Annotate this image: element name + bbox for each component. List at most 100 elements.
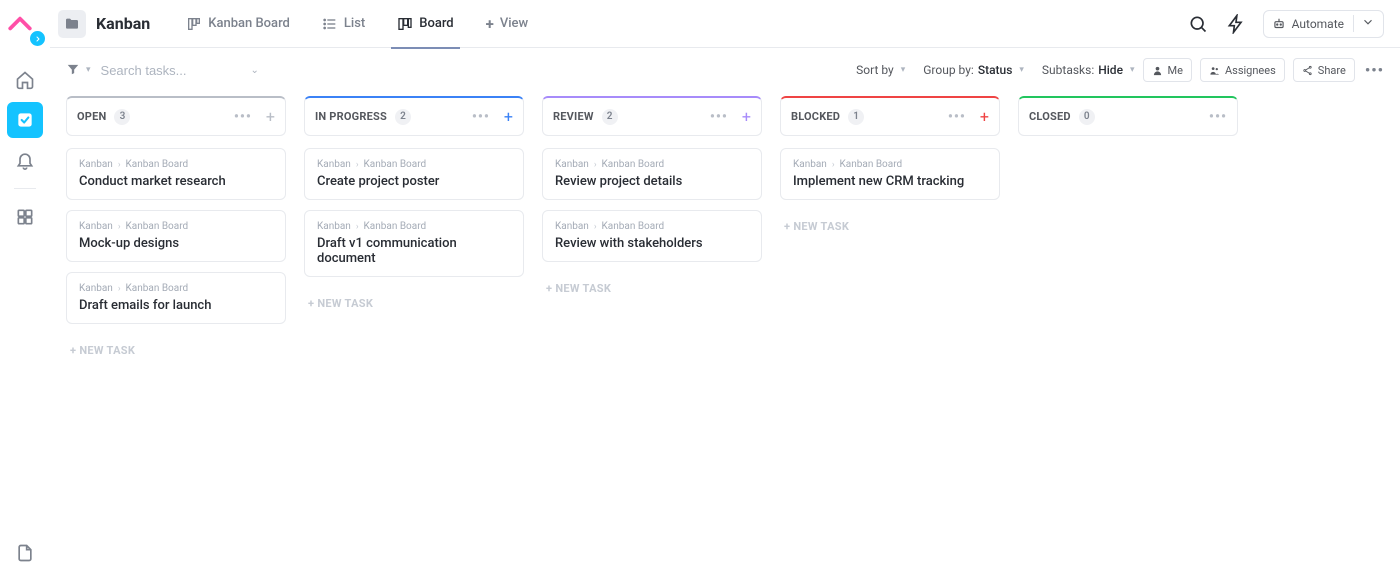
clickup-logo-icon [7,10,33,36]
automate-button[interactable]: Automate [1263,10,1384,38]
column-closed: CLOSED 0 ••• [1018,96,1238,136]
column-review: REVIEW 2 ••• + Kanban›Kanban Board Revie… [542,96,762,299]
home-nav[interactable] [7,62,43,98]
apps-nav[interactable] [7,199,43,235]
sidebar [0,0,50,583]
topbar: Kanban Kanban Board List Board + View [50,0,1400,48]
task-card[interactable]: Kanban›Kanban Board Create project poste… [304,148,524,200]
task-title: Draft v1 communication document [317,236,511,266]
task-title: Mock-up designs [79,236,273,251]
page-title[interactable]: Kanban [96,14,150,33]
task-card[interactable]: Kanban›Kanban Board Mock-up designs [66,210,286,262]
task-card[interactable]: Kanban›Kanban Board Draft emails for lau… [66,272,286,324]
expand-sidebar-icon[interactable] [30,31,45,46]
app-logo[interactable] [7,10,43,46]
column-blocked: BLOCKED 1 ••• + Kanban›Kanban Board Impl… [780,96,1000,237]
breadcrumb: Kanban›Kanban Board [317,159,511,170]
column-title: BLOCKED [791,110,840,123]
notifications-nav[interactable] [7,142,43,178]
task-card[interactable]: Kanban›Kanban Board Review with stakehol… [542,210,762,262]
breadcrumb: Kanban›Kanban Board [79,159,273,170]
breadcrumb: Kanban›Kanban Board [555,159,749,170]
column-header-in-progress[interactable]: IN PROGRESS 2 ••• + [304,96,524,136]
column-title: CLOSED [1029,110,1071,123]
me-button[interactable]: Me [1143,58,1192,82]
toolbar: ▾ ⌄ Sort by ▾ Group by: Status ▾ Subtask… [50,48,1400,92]
task-card[interactable]: Kanban›Kanban Board Review project detai… [542,148,762,200]
column-title: OPEN [77,110,106,123]
new-task-button[interactable]: + NEW TASK [304,287,524,314]
column-count: 3 [114,109,130,125]
search-input[interactable] [101,63,241,78]
column-menu-button[interactable]: ••• [948,109,966,125]
add-view-button[interactable]: + View [472,0,543,48]
automations-icon-button[interactable] [1223,11,1249,37]
column-in-progress: IN PROGRESS 2 ••• + Kanban›Kanban Board … [304,96,524,314]
column-menu-button[interactable]: ••• [234,109,252,125]
chevron-down-icon[interactable]: ⌄ [251,65,259,76]
plus-icon: + [486,15,494,33]
column-title: IN PROGRESS [315,110,387,123]
share-button[interactable]: Share [1293,58,1355,82]
tab-board[interactable]: Board [383,0,467,48]
column-header-open[interactable]: OPEN 3 ••• + [66,96,286,136]
folder-icon[interactable] [58,10,86,38]
column-header-blocked[interactable]: BLOCKED 1 ••• + [780,96,1000,136]
new-task-button[interactable]: + NEW TASK [66,334,286,361]
breadcrumb: Kanban›Kanban Board [79,221,273,232]
people-icon [1209,65,1220,76]
column-count: 0 [1079,109,1095,125]
column-menu-button[interactable]: ••• [1209,109,1227,125]
tab-list[interactable]: List [308,0,379,48]
add-task-button[interactable]: + [980,107,989,126]
add-task-button[interactable]: + [742,107,751,126]
column-count: 1 [848,109,864,125]
sort-by-dropdown[interactable]: Sort by ▾ [856,63,905,77]
column-menu-button[interactable]: ••• [710,109,728,125]
share-icon [1302,65,1313,76]
tab-kanban-board[interactable]: Kanban Board [172,0,304,48]
column-menu-button[interactable]: ••• [472,109,490,125]
breadcrumb: Kanban›Kanban Board [793,159,987,170]
subtasks-dropdown[interactable]: Subtasks: Hide ▾ [1042,63,1135,77]
column-count: 2 [602,109,618,125]
robot-icon [1272,17,1286,31]
tab-label: List [344,16,365,31]
person-icon [1152,65,1163,76]
group-by-dropdown[interactable]: Group by: Status ▾ [923,63,1024,77]
task-title: Review project details [555,174,749,189]
add-task-button[interactable]: + [266,107,275,126]
docs-nav[interactable] [7,535,43,571]
breadcrumb: Kanban›Kanban Board [317,221,511,232]
tab-label: View [500,16,528,31]
task-card[interactable]: Kanban›Kanban Board Implement new CRM tr… [780,148,1000,200]
breadcrumb: Kanban›Kanban Board [555,221,749,232]
task-title: Create project poster [317,174,511,189]
search-button[interactable] [1185,11,1211,37]
column-open: OPEN 3 ••• + Kanban›Kanban Board Conduct… [66,96,286,361]
kanban-board: OPEN 3 ••• + Kanban›Kanban Board Conduct… [50,92,1400,583]
task-card[interactable]: Kanban›Kanban Board Conduct market resea… [66,148,286,200]
column-count: 2 [395,109,411,125]
tab-label: Board [419,16,453,31]
task-title: Draft emails for launch [79,298,273,313]
automate-label: Automate [1292,17,1344,31]
task-card[interactable]: Kanban›Kanban Board Draft v1 communicati… [304,210,524,277]
tab-label: Kanban Board [208,16,290,31]
task-title: Conduct market research [79,174,273,189]
column-header-review[interactable]: REVIEW 2 ••• + [542,96,762,136]
task-title: Implement new CRM tracking [793,174,987,189]
chevron-down-icon[interactable] [1353,15,1375,32]
new-task-button[interactable]: + NEW TASK [542,272,762,299]
rail-divider [14,188,36,189]
filter-dropdown[interactable]: ▾ [86,65,91,75]
filter-button[interactable] [66,61,80,80]
add-task-button[interactable]: + [504,107,513,126]
assignees-button[interactable]: Assignees [1200,58,1285,82]
column-title: REVIEW [553,110,594,123]
task-title: Review with stakeholders [555,236,749,251]
more-options-button[interactable]: ••• [1365,61,1384,79]
column-header-closed[interactable]: CLOSED 0 ••• [1018,96,1238,136]
tasks-nav[interactable] [7,102,43,138]
new-task-button[interactable]: + NEW TASK [780,210,1000,237]
